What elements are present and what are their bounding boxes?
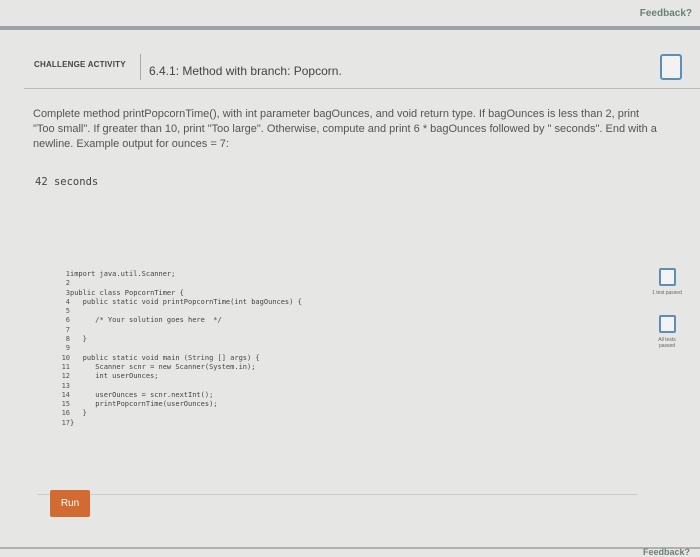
line-number: 16: [61, 409, 70, 418]
code-line[interactable]: [70, 326, 638, 335]
line-number: 14: [61, 390, 70, 399]
run-divider: [38, 494, 638, 495]
code-editor[interactable]: 1 2 3 4 5 6 7 8 9 10 11 12 13 14 15 16 17 import java.ut…: [58, 270, 638, 446]
code-line[interactable]: /* Your solution goes here */: [70, 316, 638, 325]
top-divider: [0, 26, 700, 30]
code-line[interactable]: [70, 279, 638, 288]
footer-rule: [0, 547, 700, 549]
line-number: 9: [65, 344, 70, 353]
line-number: 10: [61, 353, 70, 362]
code-line[interactable]: public static void printPopcornTime(int …: [70, 298, 638, 307]
header-rule: [24, 88, 700, 89]
code-line[interactable]: [70, 307, 638, 316]
code-line[interactable]: public class PopcornTimer {: [70, 289, 638, 298]
feedback-link[interactable]: Feedback?: [640, 8, 692, 19]
code-line[interactable]: printPopcornTime(userOunces);: [70, 400, 638, 409]
line-number: 4: [65, 297, 70, 306]
line-number: 5: [65, 307, 70, 316]
bookmark-icon[interactable]: [660, 54, 682, 80]
line-number: 7: [65, 325, 70, 334]
example-output: 42 seconds: [35, 176, 99, 188]
test-checkbox-icon: [659, 268, 676, 286]
line-number: 1: [65, 270, 70, 278]
code-text[interactable]: import java.util.Scanner; public class Po…: [70, 270, 638, 428]
line-number: 13: [61, 381, 70, 390]
code-line[interactable]: [70, 344, 638, 353]
activity-type-label: CHALLENGE ACTIVITY: [34, 60, 126, 69]
code-line[interactable]: [70, 382, 638, 391]
line-numbers: 1 2 3 4 5 6 7 8 9 10 11 12 13 14 15 16 17: [58, 270, 70, 428]
line-number: 15: [61, 400, 70, 409]
line-number: 6: [65, 316, 70, 325]
line-number: 17: [61, 418, 70, 427]
code-line[interactable]: Scanner scnr = new Scanner(System.in);: [70, 363, 638, 372]
code-line[interactable]: }: [70, 335, 638, 344]
activity-title: 6.4.1: Method with branch: Popcorn.: [149, 64, 342, 78]
all-tests-label: All tests passed: [658, 337, 676, 349]
line-number: 2: [65, 279, 70, 288]
line-number: 11: [61, 362, 70, 371]
code-line[interactable]: userOunces = scnr.nextInt();: [70, 391, 638, 400]
code-line[interactable]: import java.util.Scanner;: [70, 270, 638, 279]
code-line[interactable]: }: [70, 409, 638, 418]
all-tests-checkbox-icon: [659, 315, 676, 333]
code-line[interactable]: }: [70, 419, 638, 428]
feedback-link-bottom[interactable]: Feedback?: [643, 547, 690, 557]
line-number: 8: [65, 335, 70, 344]
run-button[interactable]: Run: [50, 490, 90, 517]
activity-header: CHALLENGE ACTIVITY 6.4.1: Method with br…: [22, 48, 682, 84]
problem-description: Complete method printPopcornTime(), with…: [33, 108, 657, 150]
code-line[interactable]: int userOunces;: [70, 372, 638, 381]
header-divider: [140, 54, 141, 80]
line-number: 12: [61, 372, 70, 381]
code-line[interactable]: public static void main (String [] args)…: [70, 354, 638, 363]
test-passed-label: 1 test passed: [652, 290, 682, 296]
line-number: 3: [65, 288, 70, 297]
